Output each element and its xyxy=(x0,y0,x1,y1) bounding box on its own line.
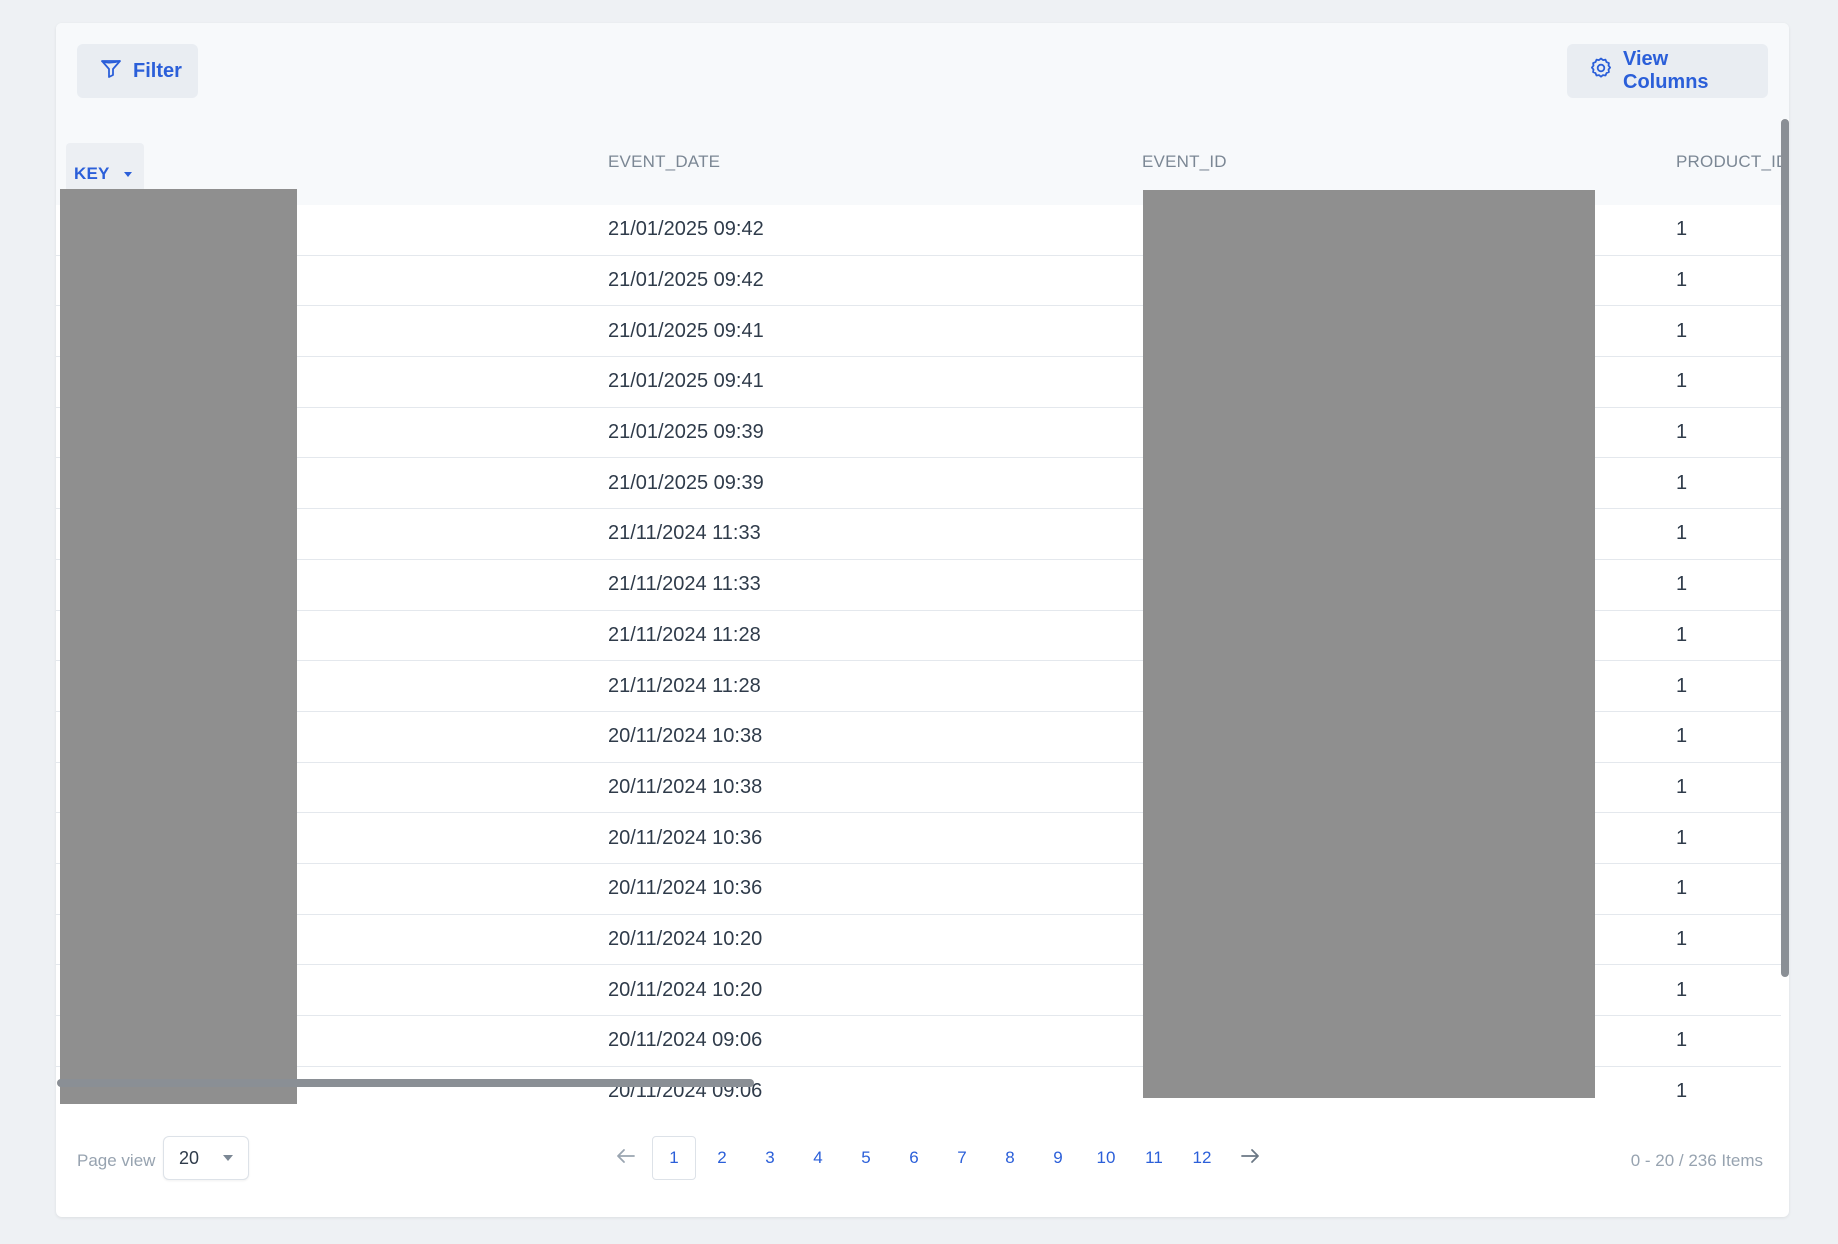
caret-down-icon xyxy=(123,171,132,177)
cell-product-id: 1 xyxy=(1676,978,1688,1001)
cell-event-date: 20/11/2024 10:38 xyxy=(608,725,763,748)
cell-event-date: 21/11/2024 11:33 xyxy=(608,522,761,545)
cell-product-id: 1 xyxy=(1676,674,1688,697)
items-count: 0 - 20 / 236 Items xyxy=(1630,1151,1763,1170)
cell-product-id: 1 xyxy=(1676,573,1688,596)
column-header-key-label: KEY xyxy=(74,164,110,183)
cell-event-date: 21/11/2024 11:28 xyxy=(608,674,761,697)
cell-product-id: 1 xyxy=(1676,471,1688,494)
page-button-6[interactable]: 6 xyxy=(890,1136,938,1180)
table-toolbar: Filter View Columns xyxy=(56,23,1789,119)
page-button-3[interactable]: 3 xyxy=(746,1136,794,1180)
cell-event-date: 20/11/2024 10:36 xyxy=(608,826,763,849)
cell-product-id: 1 xyxy=(1676,775,1688,798)
cell-event-date: 20/11/2024 10:38 xyxy=(608,775,763,798)
redacted-event-id-column xyxy=(1143,190,1595,1098)
table-footer: Page view 20 1 2 3 4 5 6 7 8 9 10 11 12 0 - 20 / 23… xyxy=(56,1123,1789,1203)
page-button-10[interactable]: 10 xyxy=(1082,1136,1130,1180)
cell-event-date: 20/11/2024 10:20 xyxy=(608,927,763,950)
cell-product-id: 1 xyxy=(1676,725,1688,748)
pagination: 1 2 3 4 5 6 7 8 9 10 11 12 xyxy=(602,1136,1274,1180)
next-page-button[interactable] xyxy=(1226,1136,1274,1180)
cell-event-date: 21/01/2025 09:42 xyxy=(608,269,764,292)
chevron-down-icon xyxy=(223,1155,234,1161)
cell-product-id: 1 xyxy=(1676,1029,1688,1052)
cell-product-id: 1 xyxy=(1676,218,1688,241)
cell-event-date: 20/11/2024 10:36 xyxy=(608,877,763,900)
vertical-scrollbar[interactable] xyxy=(1781,119,1789,977)
cell-event-date: 21/01/2025 09:39 xyxy=(608,421,764,444)
page-button-9[interactable]: 9 xyxy=(1034,1136,1082,1180)
page-button-12[interactable]: 12 xyxy=(1178,1136,1226,1180)
column-header-product-id[interactable]: PRODUCT_ID xyxy=(1676,119,1789,205)
cell-product-id: 1 xyxy=(1676,623,1688,646)
cell-event-date: 20/11/2024 10:20 xyxy=(608,978,763,1001)
cell-product-id: 1 xyxy=(1676,421,1688,444)
cell-product-id: 1 xyxy=(1676,319,1688,342)
cell-event-date: 21/01/2025 09:42 xyxy=(608,218,764,241)
cell-product-id: 1 xyxy=(1676,1080,1688,1103)
page-button-7[interactable]: 7 xyxy=(938,1136,986,1180)
cell-event-date: 21/01/2025 09:41 xyxy=(608,370,764,393)
horizontal-scrollbar[interactable] xyxy=(57,1079,754,1087)
arrow-left-icon xyxy=(614,1144,638,1173)
cell-event-date: 21/01/2025 09:41 xyxy=(608,319,764,342)
page-view-label: Page view xyxy=(77,1151,156,1170)
redacted-key-column xyxy=(60,189,297,1104)
cell-event-date: 21/11/2024 11:28 xyxy=(608,623,761,646)
cell-product-id: 1 xyxy=(1676,927,1688,950)
prev-page-button[interactable] xyxy=(602,1136,650,1180)
page-button-5[interactable]: 5 xyxy=(842,1136,890,1180)
page-button-2[interactable]: 2 xyxy=(698,1136,746,1180)
filter-button[interactable]: Filter xyxy=(77,44,198,98)
page-button-8[interactable]: 8 xyxy=(986,1136,1034,1180)
gear-icon xyxy=(1589,56,1613,86)
data-table-card: Filter View Columns KEY EVENT_DATE EVENT… xyxy=(56,23,1789,1217)
page-button-11[interactable]: 11 xyxy=(1130,1136,1178,1180)
page-button-4[interactable]: 4 xyxy=(794,1136,842,1180)
page-size-select[interactable]: 20 xyxy=(163,1136,249,1180)
view-columns-label: View Columns xyxy=(1623,48,1709,93)
cell-product-id: 1 xyxy=(1676,877,1688,900)
filter-button-label: Filter xyxy=(133,59,182,82)
view-columns-button[interactable]: View Columns xyxy=(1567,44,1768,98)
cell-product-id: 1 xyxy=(1676,370,1688,393)
page-button-1[interactable]: 1 xyxy=(652,1136,696,1180)
page-size-value: 20 xyxy=(179,1147,200,1168)
funnel-icon xyxy=(99,56,123,86)
cell-product-id: 1 xyxy=(1676,826,1688,849)
arrow-right-icon xyxy=(1238,1144,1262,1173)
column-header-event-date[interactable]: EVENT_DATE xyxy=(608,119,720,205)
cell-product-id: 1 xyxy=(1676,522,1688,545)
column-header-event-date-label: EVENT_DATE xyxy=(608,152,721,171)
cell-event-date: 21/11/2024 11:33 xyxy=(608,573,761,596)
column-header-event-id-label: EVENT_ID xyxy=(1142,152,1227,171)
column-header-product-id-label: PRODUCT_ID xyxy=(1676,152,1789,171)
cell-product-id: 1 xyxy=(1676,269,1688,292)
cell-event-date: 21/01/2025 09:39 xyxy=(608,471,764,494)
cell-event-date: 20/11/2024 09:06 xyxy=(608,1029,763,1052)
